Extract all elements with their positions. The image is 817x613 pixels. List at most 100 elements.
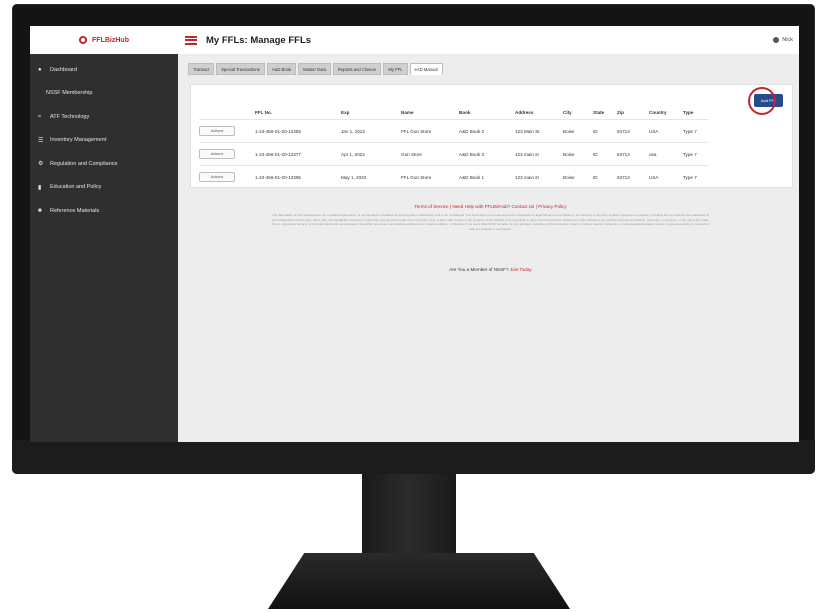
tab-bar: Transact Special Transactions A&D Book M… xyxy=(188,63,443,75)
tab-master-data[interactable]: Master Data xyxy=(298,63,331,75)
table-cell: Apr 1, 2022 xyxy=(341,142,401,166)
sidebar-item-label: ATF Technology xyxy=(50,113,90,120)
top-bar: My FFLs: Manage FFLs Nick xyxy=(178,26,799,54)
column-header[interactable]: Type xyxy=(683,105,709,120)
table-cell: usa xyxy=(649,142,683,166)
table-cell: ID xyxy=(593,142,617,166)
column-header[interactable]: City xyxy=(563,105,593,120)
actions-button[interactable]: Actions xyxy=(199,172,235,182)
sidebar-item-education-policy[interactable]: ▮ Education and Policy xyxy=(30,176,178,200)
table-cell: Boise xyxy=(563,142,593,166)
sidebar-item-reference-materials[interactable]: ■ Reference Materials xyxy=(30,199,178,223)
add-ffl-button[interactable]: Add FFL xyxy=(754,94,783,107)
terms-link[interactable]: Terms of Service xyxy=(414,204,448,209)
gear-icon: ⚙ xyxy=(38,161,44,168)
sidebar-item-dashboard[interactable]: ● Dashboard xyxy=(30,58,178,82)
table-cell: 83713 xyxy=(617,142,649,166)
sidebar-item-label: Reference Materials xyxy=(50,207,100,214)
sidebar-item-label: Inventory Management xyxy=(50,137,107,144)
sidebar-item-atf-technology[interactable]: ≈ ATF Technology xyxy=(30,105,178,129)
column-header[interactable]: Country xyxy=(649,105,683,120)
table-cell: Gun Store xyxy=(401,142,459,166)
tab-reports-closure[interactable]: Reports and Closure xyxy=(332,63,382,75)
tab-ead-manual[interactable]: eAD Manual xyxy=(409,63,443,75)
table-cell: A&D Book 3 xyxy=(459,142,515,166)
chart-icon: ≈ xyxy=(38,113,42,120)
sidebar-item-regulation-compliance[interactable]: ⚙ Regulation and Compliance xyxy=(30,152,178,176)
member-prompt: Are You a Member of NSSF? Join Today xyxy=(190,267,791,272)
tab-special-transactions[interactable]: Special Transactions xyxy=(216,63,265,75)
table-cell: Jan 1, 2022 xyxy=(341,119,401,143)
actions-button[interactable]: Actions xyxy=(199,149,235,159)
column-header[interactable]: FFL No. xyxy=(255,105,341,120)
column-header[interactable]: Address xyxy=(515,105,563,120)
book-icon: ▮ xyxy=(38,184,42,191)
monitor-chin xyxy=(12,440,815,474)
actions-button[interactable]: Actions xyxy=(199,126,235,136)
user-name: Nick xyxy=(782,37,793,43)
brand-logo[interactable]: FFLBizHub xyxy=(30,26,178,54)
member-prompt-text: Are You a Member of NSSF? xyxy=(449,267,509,272)
ffl-panel: Add FFL FFL No. Exp Name Book Address Ci… xyxy=(190,84,793,188)
table-cell: 1-23-456-01-20-12395 xyxy=(255,165,341,188)
tab-ad-book[interactable]: A&D Book xyxy=(266,63,297,75)
table-cell: FFL Gun Store xyxy=(401,165,459,188)
table-cell: 123 main st xyxy=(515,165,563,188)
footer-disclaimer: The information on this website does not… xyxy=(271,213,710,231)
hamburger-icon[interactable] xyxy=(185,35,197,45)
table-cell: Type 7 xyxy=(683,119,709,143)
table-cell: A&D Book 2 xyxy=(459,119,515,143)
table-header-row: FFL No. Exp Name Book Address City State… xyxy=(199,105,709,120)
column-header[interactable]: Zip xyxy=(617,105,649,120)
table-cell: Type 7 xyxy=(683,165,709,188)
tab-transact[interactable]: Transact xyxy=(188,63,215,75)
user-menu[interactable]: Nick xyxy=(773,37,793,43)
table-cell: 1-23-456-01-20-12355 xyxy=(255,119,341,143)
sidebar: FFLBizHub ● Dashboard NSSF Membership ≈ … xyxy=(30,26,178,442)
table-cell: ID xyxy=(593,119,617,143)
table-cell: 83713 xyxy=(617,119,649,143)
table-row: Actions 1-23-456-01-20-12395 May 1, 2022… xyxy=(199,165,709,188)
list-icon: ☰ xyxy=(38,137,44,144)
column-header-actions xyxy=(199,105,255,120)
document-icon: ■ xyxy=(38,207,42,214)
sidebar-item-label: NSSF Membership xyxy=(46,90,93,97)
table-cell: USA xyxy=(649,119,683,143)
ffl-table: FFL No. Exp Name Book Address City State… xyxy=(199,105,709,188)
table-cell: 1-23-456-01-20-12377 xyxy=(255,142,341,166)
sidebar-item-inventory-management[interactable]: ☰ Inventory Management xyxy=(30,129,178,153)
table-row: Actions 1-23-456-01-20-12377 Apr 1, 2022… xyxy=(199,142,709,166)
user-icon xyxy=(773,37,780,43)
column-header[interactable]: Exp xyxy=(341,105,401,120)
sidebar-item-nssf-membership[interactable]: NSSF Membership xyxy=(30,82,178,106)
table-cell: USA xyxy=(649,165,683,188)
footer-links: Terms of Service | Need Help with FFLBiz… xyxy=(414,204,567,209)
home-icon: ● xyxy=(38,66,42,73)
tab-my-ffl[interactable]: My FFL xyxy=(383,63,408,75)
join-today-link[interactable]: Join Today xyxy=(510,267,532,272)
table-row: Actions 1-23-456-01-20-12355 Jan 1, 2022… xyxy=(199,119,709,143)
page-title: My FFLs: Manage FFLs xyxy=(206,34,312,46)
brand-name: FFLBizHub xyxy=(92,36,129,44)
contact-link[interactable]: Need Help with FFLBizHub? Contact Us xyxy=(452,204,534,209)
table-cell: 123 main st xyxy=(515,142,563,166)
table-cell: ID xyxy=(593,165,617,188)
sidebar-item-label: Regulation and Compliance xyxy=(50,160,118,167)
screen: FFLBizHub ● Dashboard NSSF Membership ≈ … xyxy=(30,26,799,442)
table-cell: Boise xyxy=(563,165,593,188)
column-header[interactable]: Name xyxy=(401,105,459,120)
privacy-link[interactable]: Privacy Policy xyxy=(538,204,567,209)
table-cell: 123 Main St xyxy=(515,119,563,143)
table-cell: 83713 xyxy=(617,165,649,188)
table-cell: FFL Gun Store xyxy=(401,119,459,143)
target-logo-icon xyxy=(79,36,88,44)
sidebar-item-label: Education and Policy xyxy=(50,184,102,191)
sidebar-item-label: Dashboard xyxy=(50,66,77,73)
monitor-stand-neck xyxy=(362,474,456,554)
table-cell: Boise xyxy=(563,119,593,143)
column-header[interactable]: State xyxy=(593,105,617,120)
sidebar-nav: ● Dashboard NSSF Membership ≈ ATF Techno… xyxy=(30,54,178,223)
monitor-stand-base xyxy=(268,553,570,609)
table-cell: May 1, 2022 xyxy=(341,165,401,188)
column-header[interactable]: Book xyxy=(459,105,515,120)
